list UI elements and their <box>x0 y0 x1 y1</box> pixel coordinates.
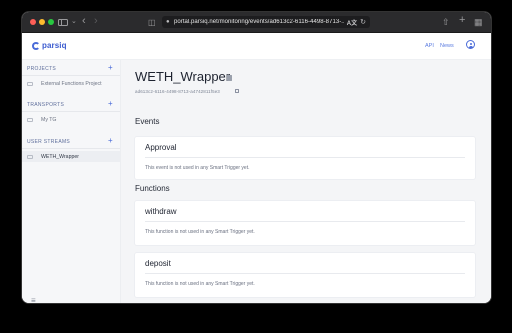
add-user-stream-button[interactable]: + <box>108 137 113 145</box>
parsiq-logo[interactable]: parsiq <box>32 41 67 50</box>
functions-heading: Functions <box>135 184 170 193</box>
share-icon[interactable]: ⇧ <box>442 16 450 28</box>
event-card-approval[interactable]: Approval This event is not used in any S… <box>135 137 475 179</box>
function-name: withdraw <box>145 207 177 216</box>
sidebar-item-label: My TG <box>41 116 57 123</box>
add-project-button[interactable]: + <box>108 64 113 72</box>
forward-arrow-icon[interactable]: › <box>94 15 98 27</box>
stream-icon <box>27 154 33 159</box>
function-usage-note: This function is not used in any Smart T… <box>145 229 255 235</box>
parsiq-logo-icon <box>32 41 40 50</box>
page-title: WETH_Wrapper <box>135 69 231 84</box>
divider <box>145 157 465 158</box>
back-arrow-icon[interactable]: ‹ <box>82 15 86 27</box>
sidebar-toggle-icon[interactable] <box>58 19 68 26</box>
main-content: WETH_Wrapper ad613c2-6116-4498-8713-a474… <box>121 60 491 303</box>
sidebar-section-transports: TRANSPORTS <box>27 102 65 108</box>
translate-icon[interactable]: A文 <box>347 18 357 27</box>
settings-icon[interactable]: ≡ <box>31 296 36 303</box>
sidebar-section-user-streams: USER STREAMS <box>27 139 71 145</box>
sidebar: PROJECTS + External Functions Project TR… <box>22 60 121 303</box>
reload-icon[interactable]: ↻ <box>360 18 366 26</box>
sidebar-item-label: WETH_Wrapper <box>41 153 79 160</box>
sidebar-item-external-functions-project[interactable]: External Functions Project <box>22 78 120 89</box>
add-transport-button[interactable]: + <box>108 100 113 108</box>
function-usage-note: This function is not used in any Smart T… <box>145 281 255 287</box>
browser-toolbar: ⌄ ‹ › ◫ ● portal.parsiq.net/monitoring/e… <box>22 12 491 33</box>
app-header: parsiq API News <box>22 33 491 60</box>
event-usage-note: This event is not used in any Smart Trig… <box>145 165 250 171</box>
function-card-deposit[interactable]: deposit This function is not used in any… <box>135 253 475 297</box>
close-window-button[interactable] <box>30 19 36 25</box>
new-tab-icon[interactable]: + <box>459 14 465 26</box>
minimize-window-button[interactable] <box>39 19 45 25</box>
lock-icon: ● <box>166 19 170 25</box>
tab-overview-icon[interactable]: ▦ <box>474 16 483 28</box>
news-link[interactable]: News <box>440 43 454 49</box>
api-link[interactable]: API <box>425 43 434 49</box>
trash-icon[interactable] <box>227 75 232 81</box>
chevron-down-icon[interactable]: ⌄ <box>71 16 77 28</box>
account-icon[interactable] <box>466 40 475 49</box>
function-name: deposit <box>145 259 171 268</box>
url-text[interactable]: portal.parsiq.net/monitoring/events/ad61… <box>174 19 344 25</box>
logo-text: parsiq <box>42 41 67 50</box>
browser-window: ⌄ ‹ › ◫ ● portal.parsiq.net/monitoring/e… <box>22 12 491 303</box>
events-heading: Events <box>135 117 160 126</box>
stream-id: ad613c2-6116-4498-8713-a4742811f5e3 <box>135 89 220 94</box>
divider <box>145 273 465 274</box>
address-bar[interactable]: ● portal.parsiq.net/monitoring/events/ad… <box>162 16 370 28</box>
sidebar-item-my-tg[interactable]: My TG <box>22 114 120 125</box>
function-card-withdraw[interactable]: withdraw This function is not used in an… <box>135 201 475 245</box>
divider <box>22 148 120 149</box>
send-icon <box>27 117 33 122</box>
divider <box>145 221 465 222</box>
folder-icon <box>27 81 33 86</box>
privacy-shield-icon[interactable]: ◫ <box>148 17 156 29</box>
copy-icon[interactable] <box>235 89 239 93</box>
divider <box>22 111 120 112</box>
divider <box>22 75 120 76</box>
sidebar-item-label: External Functions Project <box>41 80 102 87</box>
sidebar-item-weth-wrapper[interactable]: WETH_Wrapper <box>22 151 120 162</box>
sidebar-section-projects: PROJECTS <box>27 66 57 72</box>
event-name: Approval <box>145 143 177 152</box>
zoom-window-button[interactable] <box>48 19 54 25</box>
